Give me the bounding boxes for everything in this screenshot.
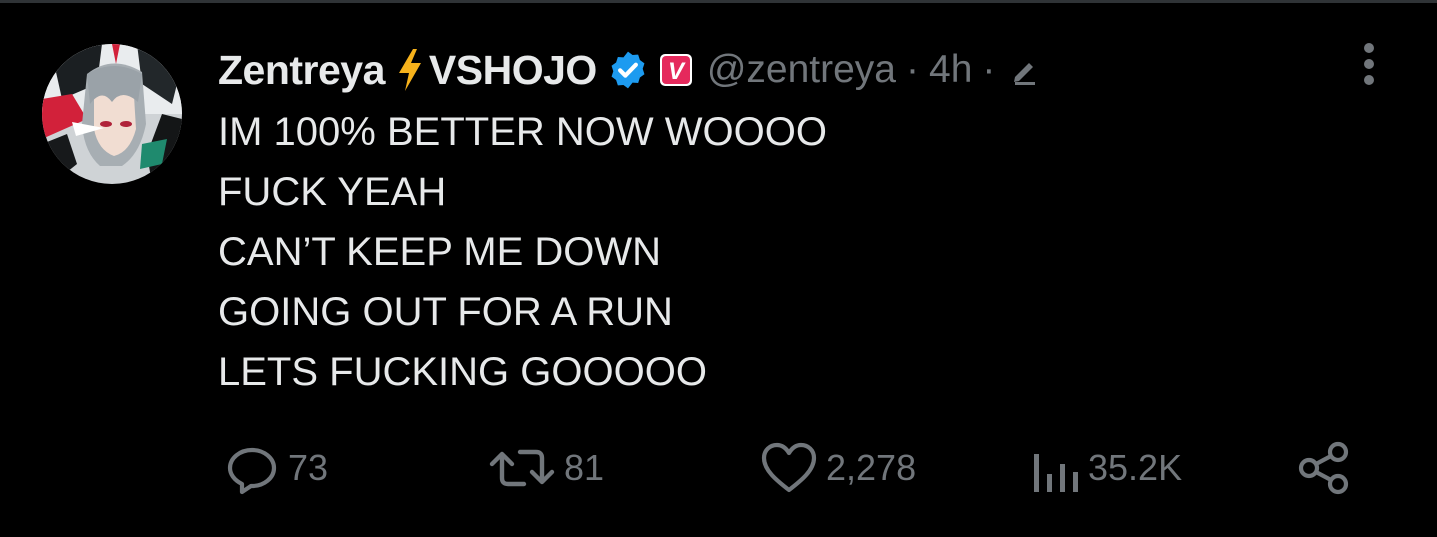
like-count: 2,278 (826, 447, 917, 488)
like-button[interactable]: 2,278 (760, 440, 916, 496)
retweet-count: 81 (564, 447, 605, 488)
tweet-header: Zentreya VSHOJO V @zentreya · 4h · (218, 44, 1041, 96)
views-button[interactable]: 35.2K (1030, 440, 1182, 496)
edited-pencil-icon[interactable] (1007, 53, 1041, 87)
vshojo-badge-icon[interactable]: V (659, 53, 693, 87)
more-options-icon[interactable] (1352, 40, 1386, 88)
lightning-bolt-icon (397, 49, 423, 91)
views-count: 35.2K (1088, 447, 1183, 488)
tweet-line: FUCK YEAH (218, 170, 447, 214)
separator-dot: · (906, 48, 919, 91)
display-name[interactable]: Zentreya (218, 47, 385, 94)
views-icon (1034, 454, 1078, 492)
svg-text:V: V (668, 58, 686, 85)
separator-dot: · (982, 48, 996, 91)
reply-icon (227, 447, 277, 495)
tweet-text: IM 100% BETTER NOW WOOOO FUCK YEAH CAN’T… (218, 102, 1318, 402)
top-divider (0, 0, 1437, 3)
verified-icon[interactable] (607, 49, 649, 91)
avatar[interactable] (42, 44, 182, 184)
share-icon (1298, 441, 1349, 495)
reply-button[interactable]: 73 (224, 440, 328, 496)
tweet-line: GOING OUT FOR A RUN (218, 290, 673, 334)
org-name[interactable]: VSHOJO (429, 47, 597, 94)
handle[interactable]: @zentreya (707, 48, 896, 92)
reply-count: 73 (288, 447, 329, 488)
share-button[interactable] (1296, 440, 1354, 496)
tweet-line: LETS FUCKING GOOOOO (218, 350, 707, 394)
tweet-line: CAN’T KEEP ME DOWN (218, 230, 662, 274)
timestamp[interactable]: 4h (929, 48, 972, 92)
heart-icon (761, 442, 817, 493)
retweet-icon (489, 449, 555, 487)
tweet-line: IM 100% BETTER NOW WOOOO (218, 110, 827, 154)
retweet-button[interactable]: 81 (488, 440, 604, 496)
